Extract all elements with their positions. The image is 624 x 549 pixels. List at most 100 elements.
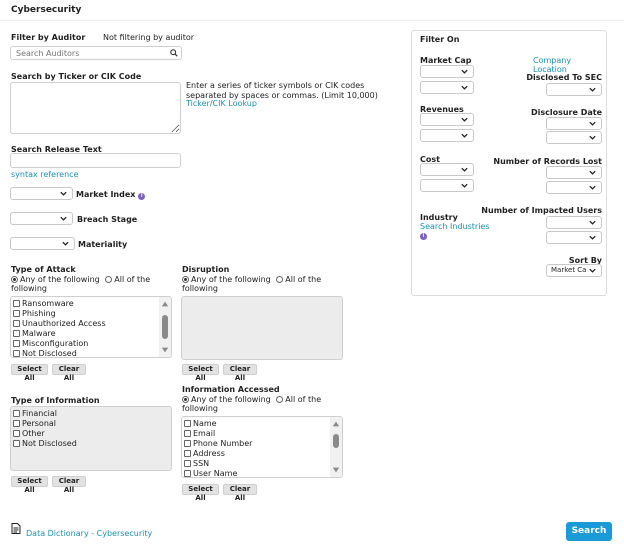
list-item[interactable]: Not Disclosed <box>11 348 171 357</box>
cost-max-select[interactable] <box>420 179 474 192</box>
type-of-information-label: Type of Information <box>11 396 100 405</box>
checkbox[interactable] <box>13 339 20 347</box>
list-item[interactable]: Phishing <box>11 308 171 318</box>
checkbox[interactable] <box>13 409 20 417</box>
information-clear-all-button[interactable]: Clear All <box>52 476 86 494</box>
market-cap-max-select[interactable] <box>420 81 474 94</box>
checkbox[interactable] <box>184 459 191 467</box>
materiality-select[interactable] <box>10 237 75 250</box>
accessed-list-scrollbar[interactable] <box>330 417 342 477</box>
accessed-clear-all-button[interactable]: Clear All <box>223 484 257 502</box>
list-item[interactable]: Misconfiguration <box>11 338 171 348</box>
checkbox[interactable] <box>184 429 191 437</box>
list-item[interactable]: Other <box>11 428 171 438</box>
title-divider <box>0 20 624 21</box>
records-lost-max-select[interactable] <box>546 181 602 194</box>
company-location-link[interactable]: Company Location <box>533 56 603 74</box>
disclosure-date-label: Disclosure Date <box>530 108 602 117</box>
scroll-down-icon[interactable] <box>332 466 340 474</box>
checkbox[interactable] <box>13 349 20 357</box>
cost-min-select[interactable] <box>420 163 474 176</box>
attack-list[interactable]: Ransomware Phishing Unauthorized Access … <box>10 296 172 358</box>
attack-select-all-button[interactable]: Select All <box>11 364 48 382</box>
checkbox[interactable] <box>184 419 191 427</box>
impacted-users-max-select[interactable] <box>546 231 602 244</box>
industry-info-icon[interactable]: i <box>420 230 427 240</box>
syntax-reference-link[interactable]: syntax reference <box>11 170 79 179</box>
attack-list-scrollbar[interactable] <box>159 297 171 357</box>
checkbox[interactable] <box>13 319 20 327</box>
search-button[interactable]: Search <box>566 522 612 541</box>
checkbox[interactable] <box>184 469 191 477</box>
market-cap-min-select[interactable] <box>420 65 474 78</box>
list-item[interactable]: Ransomware <box>11 298 171 308</box>
records-lost-min-select[interactable] <box>546 166 602 179</box>
scroll-up-icon[interactable] <box>161 300 169 308</box>
attack-all-radio[interactable] <box>105 276 113 283</box>
list-item[interactable]: Malware <box>11 328 171 338</box>
market-index-label: Market Index i <box>76 190 146 200</box>
sort-by-select[interactable]: Market Ca <box>546 264 602 277</box>
disruption-any-radio[interactable] <box>182 276 189 283</box>
attack-any-radio[interactable] <box>11 276 18 283</box>
checkbox[interactable] <box>13 429 20 437</box>
list-item[interactable]: Name <box>182 418 342 428</box>
disruption-match-options: Any of the following All of the followin… <box>182 275 322 293</box>
auditor-search-input[interactable] <box>10 46 182 60</box>
list-item[interactable]: Not Disclosed <box>11 438 171 448</box>
release-text-input[interactable] <box>10 153 181 168</box>
scroll-thumb[interactable] <box>333 434 339 448</box>
market-index-select[interactable] <box>10 187 73 200</box>
accessed-select-all-button[interactable]: Select All <box>182 484 219 502</box>
checkbox[interactable] <box>13 329 20 337</box>
disruption-list[interactable] <box>181 296 343 360</box>
list-item[interactable]: Phone Number <box>182 438 342 448</box>
information-type-list[interactable]: Financial Personal Other Not Disclosed <box>10 406 172 471</box>
list-item[interactable]: User Name <box>182 468 342 477</box>
disclosed-to-sec-label: Disclosed To SEC <box>526 73 602 82</box>
disruption-label: Disruption <box>182 265 230 274</box>
scroll-thumb[interactable] <box>162 315 168 339</box>
disruption-select-all-button[interactable]: Select All <box>182 364 219 382</box>
list-item[interactable]: Personal <box>11 418 171 428</box>
accessed-any-radio[interactable] <box>182 396 189 403</box>
impacted-users-min-select[interactable] <box>546 216 602 229</box>
list-item[interactable]: Financial <box>11 408 171 418</box>
search-icon[interactable] <box>170 49 178 57</box>
list-item[interactable]: SSN <box>182 458 342 468</box>
revenues-min-select[interactable] <box>420 113 474 126</box>
checkbox[interactable] <box>13 419 20 427</box>
checkbox[interactable] <box>13 439 20 447</box>
type-of-attack-label: Type of Attack <box>11 265 76 274</box>
revenues-max-select[interactable] <box>420 129 474 142</box>
attack-clear-all-button[interactable]: Clear All <box>52 364 86 382</box>
data-dictionary-link[interactable]: Data Dictionary - Cybersecurity <box>26 529 152 538</box>
list-item[interactable]: Email <box>182 428 342 438</box>
disclosure-date-end-select[interactable] <box>546 131 602 144</box>
breach-stage-label: Breach Stage <box>77 215 138 224</box>
industry-label: Industry <box>420 213 458 222</box>
accessed-match-options: Any of the following All of the followin… <box>182 395 322 413</box>
disruption-clear-all-button[interactable]: Clear All <box>223 364 257 382</box>
disclosed-to-sec-select[interactable] <box>546 83 602 96</box>
checkbox[interactable] <box>13 309 20 317</box>
list-item[interactable]: Unauthorized Access <box>11 318 171 328</box>
checkbox[interactable] <box>184 439 191 447</box>
scroll-down-icon[interactable] <box>161 346 169 354</box>
ticker-help-text: Enter a series of ticker symbols or CIK … <box>186 81 378 100</box>
scroll-up-icon[interactable] <box>332 420 340 428</box>
ticker-input[interactable] <box>10 82 181 134</box>
breach-stage-select[interactable] <box>10 212 73 225</box>
info-icon[interactable]: i <box>138 193 146 200</box>
information-select-all-button[interactable]: Select All <box>11 476 48 494</box>
disclosure-date-start-select[interactable] <box>546 117 602 130</box>
impacted-users-label: Number of Impacted Users <box>481 206 602 215</box>
list-item[interactable]: Address <box>182 448 342 458</box>
checkbox[interactable] <box>13 299 20 307</box>
ticker-lookup-link[interactable]: Ticker/CIK Lookup <box>186 99 257 108</box>
checkbox[interactable] <box>184 449 191 457</box>
information-accessed-list[interactable]: Name Email Phone Number Address SSN User… <box>181 416 343 478</box>
accessed-all-radio[interactable] <box>276 396 284 403</box>
search-industries-link[interactable]: Search Industries <box>420 222 490 231</box>
disruption-all-radio[interactable] <box>276 276 284 283</box>
